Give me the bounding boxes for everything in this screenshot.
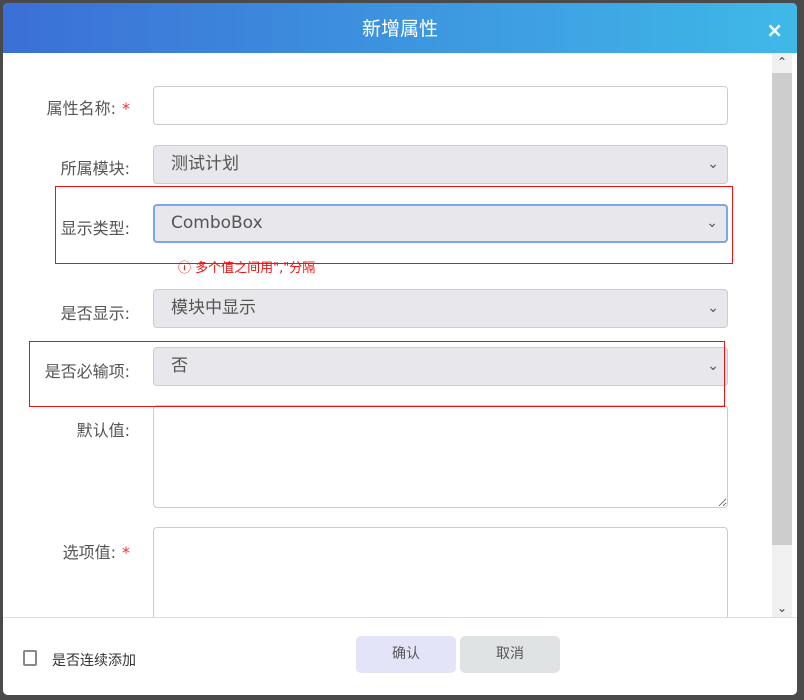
scroll-down-icon[interactable]: ⌄ <box>772 601 792 615</box>
default-textarea[interactable] <box>153 405 728 508</box>
dialog-header: 新增属性 × <box>3 3 797 53</box>
scrollbar-thumb[interactable] <box>772 73 792 545</box>
scroll-up-icon[interactable]: ⌃ <box>772 55 792 69</box>
default-label: 默认值: <box>76 421 130 440</box>
options-label: 选项值: * <box>62 543 130 562</box>
module-label: 所属模块: <box>60 159 130 178</box>
close-icon[interactable]: × <box>766 3 783 57</box>
scrollbar[interactable]: ⌃ ⌄ <box>772 53 792 617</box>
visible-label: 是否显示: <box>60 304 130 323</box>
chevron-down-icon: ⌄ <box>707 300 719 316</box>
highlight-box <box>29 341 725 407</box>
chevron-down-icon: ⌄ <box>707 156 719 172</box>
cancel-button[interactable]: 取消 <box>460 636 560 673</box>
add-attribute-dialog: 新增属性 × 属性名称: * 所属模块: 测试计划 ⌄ 显示类型: ComboBox… <box>3 3 797 695</box>
name-input[interactable] <box>153 86 728 125</box>
name-label: 属性名称: * <box>46 99 130 118</box>
highlight-box <box>55 186 733 264</box>
confirm-button[interactable]: 确认 <box>356 636 456 673</box>
dialog-title: 新增属性 <box>361 18 438 40</box>
module-select[interactable]: 测试计划 ⌄ <box>153 145 728 184</box>
continuous-add-checkbox[interactable] <box>23 650 37 666</box>
visible-select[interactable]: 模块中显示 ⌄ <box>153 289 728 328</box>
options-textarea[interactable] <box>153 527 728 627</box>
continuous-add-label: 是否连续添加 <box>52 653 136 669</box>
